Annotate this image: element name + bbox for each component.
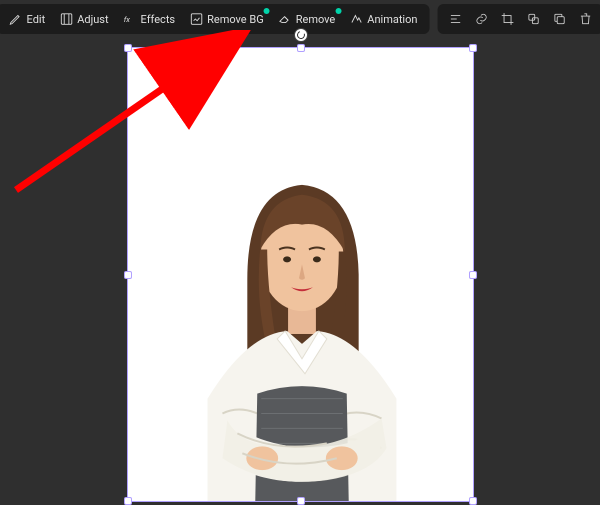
link-icon — [474, 12, 488, 26]
toolbar-main-group: Edit Adjust fx Effects Remove BG R — [0, 4, 429, 34]
adjust-button[interactable]: Adjust — [53, 8, 114, 30]
toolbar-right-group — [437, 4, 600, 34]
duplicate-button[interactable] — [547, 8, 571, 30]
image-content — [128, 160, 473, 501]
resize-handle-b[interactable] — [297, 497, 305, 505]
link-button[interactable] — [469, 8, 493, 30]
fx-icon: fx — [123, 12, 137, 26]
remove-label: Remove — [296, 13, 336, 26]
animation-icon — [349, 12, 363, 26]
effects-label: Effects — [141, 13, 176, 26]
eraser-icon — [278, 12, 292, 26]
remove-bg-icon — [189, 12, 203, 26]
resize-handle-br[interactable] — [469, 497, 477, 505]
layers-icon — [526, 12, 540, 26]
resize-handle-r[interactable] — [469, 271, 477, 279]
trash-icon — [578, 12, 592, 26]
layers-button[interactable] — [521, 8, 545, 30]
edit-button[interactable]: Edit — [3, 8, 52, 30]
adjust-icon — [59, 12, 73, 26]
new-badge-icon — [335, 8, 341, 14]
resize-handle-t[interactable] — [297, 44, 305, 52]
adjust-label: Adjust — [77, 13, 108, 26]
crop-button[interactable] — [495, 8, 519, 30]
remove-bg-button[interactable]: Remove BG — [183, 8, 270, 30]
resize-handle-l[interactable] — [124, 271, 132, 279]
canvas-selection[interactable] — [127, 47, 474, 502]
resize-handle-tr[interactable] — [469, 44, 477, 52]
remove-button[interactable]: Remove — [272, 8, 342, 30]
remove-bg-label: Remove BG — [207, 13, 264, 26]
animation-button[interactable]: Animation — [343, 8, 423, 30]
align-icon — [448, 12, 462, 26]
svg-text:fx: fx — [124, 15, 131, 24]
crop-icon — [500, 12, 514, 26]
rotate-handle[interactable] — [294, 28, 308, 42]
selection-box — [127, 47, 474, 502]
align-button[interactable] — [443, 8, 467, 30]
effects-button[interactable]: fx Effects — [117, 8, 182, 30]
duplicate-icon — [552, 12, 566, 26]
delete-button[interactable] — [573, 8, 597, 30]
animation-label: Animation — [367, 13, 417, 26]
resize-handle-bl[interactable] — [124, 497, 132, 505]
new-badge-icon — [264, 8, 270, 14]
resize-handle-tl[interactable] — [124, 44, 132, 52]
pencil-icon — [9, 12, 23, 26]
edit-label: Edit — [27, 13, 46, 26]
